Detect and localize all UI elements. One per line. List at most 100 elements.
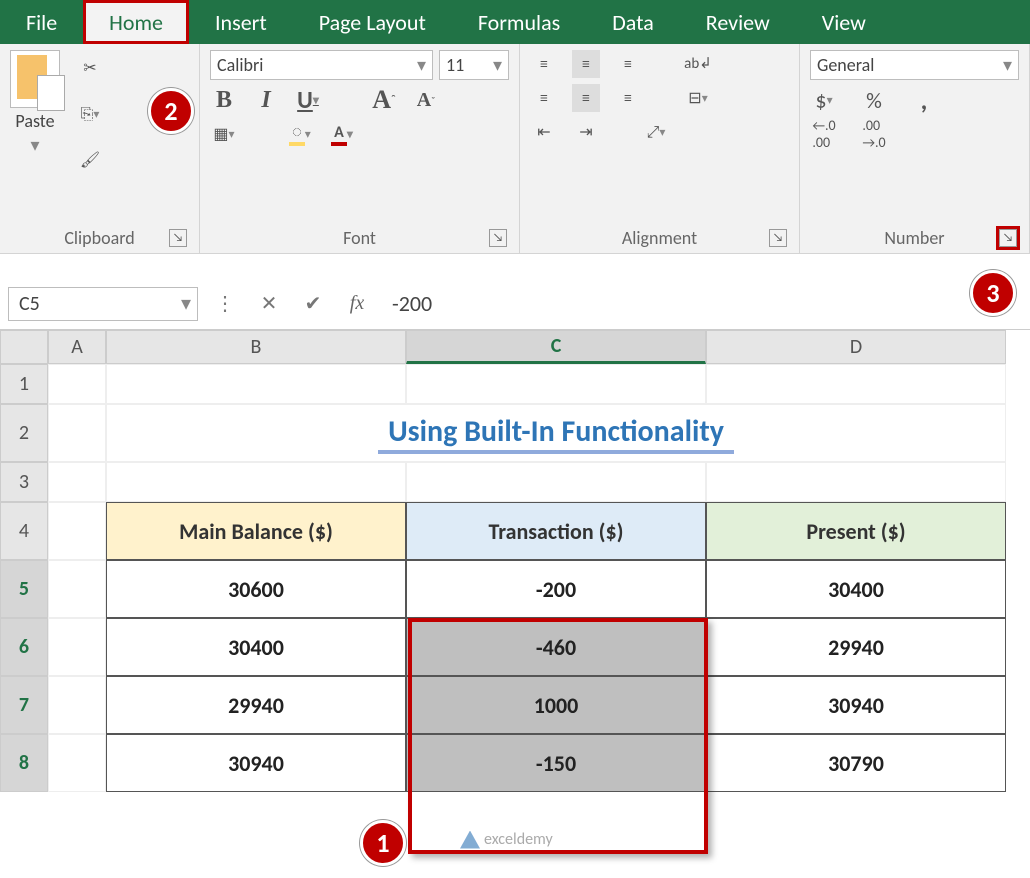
font-dialog-launcher[interactable]: ↘ xyxy=(489,229,507,247)
cell[interactable] xyxy=(48,676,106,734)
number-dialog-launcher[interactable]: ↘ xyxy=(999,229,1017,247)
comma-format-button[interactable]: , xyxy=(910,86,938,114)
cell[interactable] xyxy=(406,462,706,502)
table-cell-selected[interactable]: 1000 xyxy=(406,676,706,734)
cell[interactable] xyxy=(406,364,706,404)
font-name-select[interactable]: Calibri▾ xyxy=(210,50,433,80)
align-middle-icon[interactable]: ≡ xyxy=(572,50,600,78)
clipboard-icon xyxy=(10,50,60,108)
number-format-select[interactable]: General▾ xyxy=(810,50,1019,80)
table-cell[interactable]: 30400 xyxy=(706,560,1006,618)
cell[interactable] xyxy=(48,364,106,404)
callout-2: 2 xyxy=(148,88,194,134)
cell[interactable] xyxy=(106,462,406,502)
callout-1: 1 xyxy=(360,820,406,866)
align-left-icon[interactable]: ≡ xyxy=(530,84,558,112)
table-cell[interactable]: 30600 xyxy=(106,560,406,618)
formula-input[interactable]: -200 xyxy=(384,286,1022,321)
cancel-formula-icon[interactable]: ✕ xyxy=(252,287,286,321)
group-alignment: ≡ ≡ ≡ ab↲ ≡ ≡ ≡ ⊟ ▾ ⇤ ⇥ ⤢ ▾ Alignment xyxy=(520,44,800,253)
tab-view[interactable]: View xyxy=(796,0,892,44)
cell[interactable] xyxy=(48,560,106,618)
group-number: General▾ $ ▾ % , ←.0.00 .00→.0 Number ↘ xyxy=(800,44,1030,253)
cut-icon[interactable]: ✂ xyxy=(76,54,104,82)
col-header-D[interactable]: D xyxy=(706,330,1006,364)
cell[interactable] xyxy=(106,364,406,404)
table-header[interactable]: Present ($) xyxy=(706,502,1006,560)
font-color-button[interactable]: A ▾ xyxy=(328,120,356,148)
sheet-title-cell[interactable]: Using Built-In Functionality xyxy=(106,404,1006,462)
align-right-icon[interactable]: ≡ xyxy=(614,84,642,112)
increase-indent-icon[interactable]: ⇥ xyxy=(572,118,600,146)
enter-formula-icon[interactable]: ✔ xyxy=(296,287,330,321)
font-size-select[interactable]: 11▾ xyxy=(439,50,509,80)
cell[interactable] xyxy=(706,364,1006,404)
table-cell-selected[interactable]: -150 xyxy=(406,734,706,792)
align-top-icon[interactable]: ≡ xyxy=(530,50,558,78)
row-header-5[interactable]: 5 xyxy=(0,560,48,618)
table-cell[interactable]: 29940 xyxy=(106,676,406,734)
row-header-4[interactable]: 4 xyxy=(0,502,48,560)
row-header-3[interactable]: 3 xyxy=(0,462,48,502)
copy-icon[interactable]: ⎘ ▾ xyxy=(76,100,104,128)
cell[interactable] xyxy=(48,502,106,560)
wrap-text-button[interactable]: ab↲ xyxy=(684,50,712,78)
alignment-dialog-launcher[interactable]: ↘ xyxy=(769,229,787,247)
row-header-6[interactable]: 6 xyxy=(0,618,48,676)
grow-font-button[interactable]: Aˆ xyxy=(370,86,398,114)
cell[interactable] xyxy=(48,462,106,502)
table-header[interactable]: Main Balance ($) xyxy=(106,502,406,560)
group-font: Calibri▾ 11▾ B I U ▾ Aˆ Aˇ ▦ ▾ ◌ ▾ A ▾ xyxy=(200,44,520,253)
table-cell-active[interactable]: -200 xyxy=(406,560,706,618)
cell[interactable] xyxy=(48,734,106,792)
col-header-B[interactable]: B xyxy=(106,330,406,364)
name-box[interactable]: C5▾ xyxy=(8,287,198,321)
fx-icon[interactable]: fx xyxy=(340,287,374,321)
row-header-1[interactable]: 1 xyxy=(0,364,48,404)
table-cell[interactable]: 30940 xyxy=(706,676,1006,734)
table-cell[interactable]: 29940 xyxy=(706,618,1006,676)
row-header-7[interactable]: 7 xyxy=(0,676,48,734)
align-center-icon[interactable]: ≡ xyxy=(572,84,600,112)
paste-button[interactable]: Paste ▾ xyxy=(10,50,60,156)
tab-home[interactable]: Home xyxy=(83,0,189,44)
cell[interactable] xyxy=(48,404,106,462)
table-cell[interactable]: 30940 xyxy=(106,734,406,792)
align-bottom-icon[interactable]: ≡ xyxy=(614,50,642,78)
orientation-button[interactable]: ⤢ ▾ xyxy=(642,118,670,146)
format-painter-icon[interactable]: 🖌 xyxy=(76,146,104,174)
underline-button[interactable]: U ▾ xyxy=(294,86,322,114)
menu-tabs: File Home Insert Page Layout Formulas Da… xyxy=(0,0,1030,44)
row-header-2[interactable]: 2 xyxy=(0,404,48,462)
bold-button[interactable]: B xyxy=(210,86,238,114)
tab-review[interactable]: Review xyxy=(680,0,796,44)
col-header-C[interactable]: C xyxy=(406,330,706,364)
merge-center-button[interactable]: ⊟ ▾ xyxy=(684,84,712,112)
table-header[interactable]: Transaction ($) xyxy=(406,502,706,560)
tab-formulas[interactable]: Formulas xyxy=(452,0,586,44)
decrease-indent-icon[interactable]: ⇤ xyxy=(530,118,558,146)
group-clipboard: Paste ▾ ✂ ⎘ ▾ 🖌 Clipboard ↘ xyxy=(0,44,200,253)
percent-format-button[interactable]: % xyxy=(860,86,888,114)
italic-button[interactable]: I xyxy=(252,86,280,114)
cell[interactable] xyxy=(706,462,1006,502)
decrease-decimal-button[interactable]: .00→.0 xyxy=(860,120,888,148)
table-cell[interactable]: 30400 xyxy=(106,618,406,676)
increase-decimal-button[interactable]: ←.0.00 xyxy=(810,120,838,148)
tab-page-layout[interactable]: Page Layout xyxy=(293,0,452,44)
shrink-font-button[interactable]: Aˇ xyxy=(412,86,440,114)
select-all-corner[interactable] xyxy=(0,330,48,364)
tab-file[interactable]: File xyxy=(0,0,83,44)
row-header-8[interactable]: 8 xyxy=(0,734,48,792)
tab-data[interactable]: Data xyxy=(586,0,680,44)
clipboard-dialog-launcher[interactable]: ↘ xyxy=(169,229,187,247)
table-cell-selected[interactable]: -460 xyxy=(406,618,706,676)
borders-button[interactable]: ▦ ▾ xyxy=(210,120,238,148)
col-header-A[interactable]: A xyxy=(48,330,106,364)
chevron-down-icon: ▾ xyxy=(30,134,39,156)
fill-color-button[interactable]: ◌ ▾ xyxy=(286,120,314,148)
tab-insert[interactable]: Insert xyxy=(189,0,293,44)
accounting-format-button[interactable]: $ ▾ xyxy=(810,86,838,114)
cell[interactable] xyxy=(48,618,106,676)
table-cell[interactable]: 30790 xyxy=(706,734,1006,792)
